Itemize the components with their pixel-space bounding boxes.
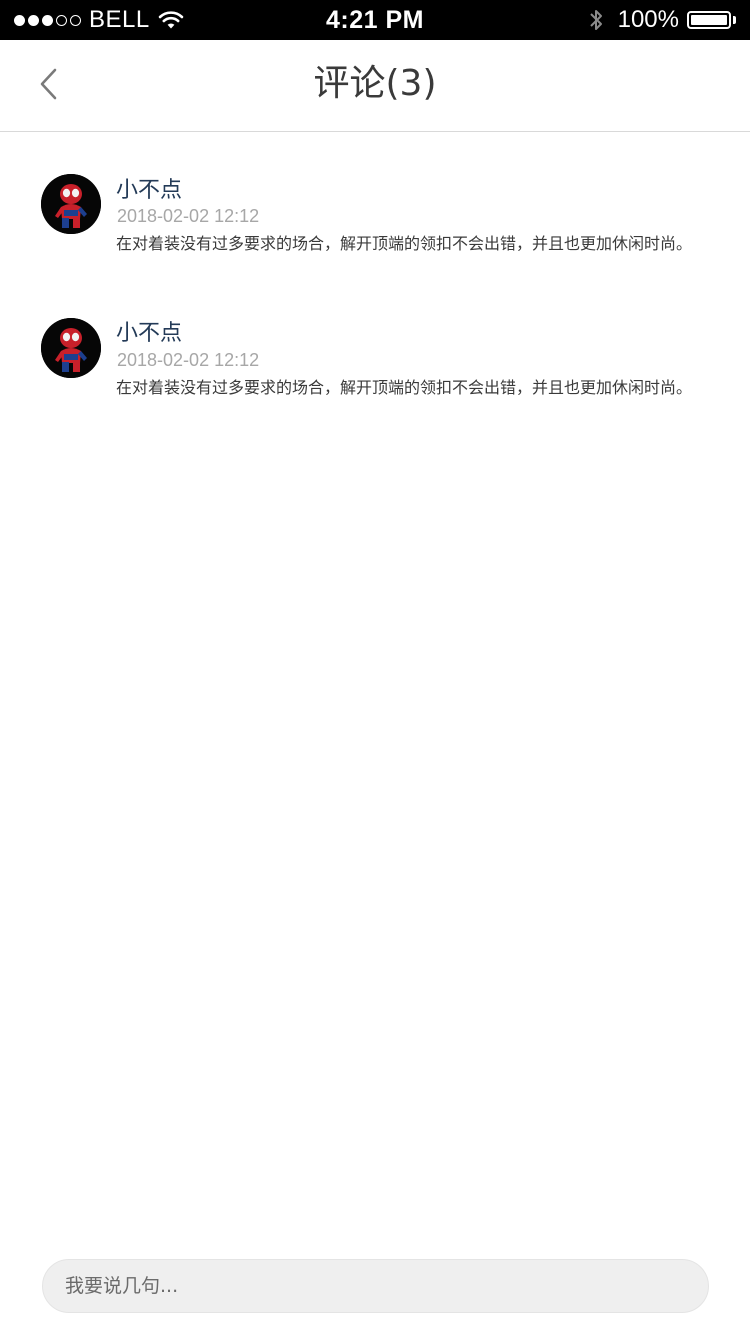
- comment-text: 在对着装没有过多要求的场合，解开顶端的领扣不会出错，并且也更加休闲时尚。: [116, 234, 693, 253]
- page-title: 评论(3): [313, 63, 437, 104]
- battery-fill: [691, 15, 727, 25]
- spiderman-avatar-icon: [41, 174, 101, 234]
- back-button[interactable]: [28, 62, 68, 106]
- battery-icon: [687, 11, 731, 29]
- comment-author[interactable]: 小不点: [116, 315, 182, 347]
- avatar[interactable]: [41, 174, 101, 234]
- battery-cap: [733, 16, 736, 24]
- battery-percentage: 100%: [617, 6, 679, 33]
- comment-time: 2018-02-02 12:12: [117, 350, 260, 370]
- comment-time: 2018-02-02 12:12: [117, 206, 260, 226]
- spiderman-avatar-icon: [41, 318, 101, 378]
- avatar[interactable]: [41, 318, 101, 378]
- status-right: 100%: [588, 0, 736, 40]
- comments-screen: BELL 4:21 PM 100% 评论(3) 小不点 2018-02-02 1…: [0, 0, 750, 1334]
- comment-input-bar: [42, 1259, 709, 1313]
- bluetooth-icon: [589, 10, 602, 30]
- status-bar: BELL 4:21 PM 100%: [0, 0, 750, 40]
- chevron-left-icon: [40, 68, 57, 100]
- comment-author[interactable]: 小不点: [116, 172, 182, 204]
- comment-text: 在对着装没有过多要求的场合，解开顶端的领扣不会出错，并且也更加休闲时尚。: [116, 378, 693, 397]
- comment-input[interactable]: [43, 1260, 708, 1312]
- nav-bar: 评论(3): [0, 40, 750, 132]
